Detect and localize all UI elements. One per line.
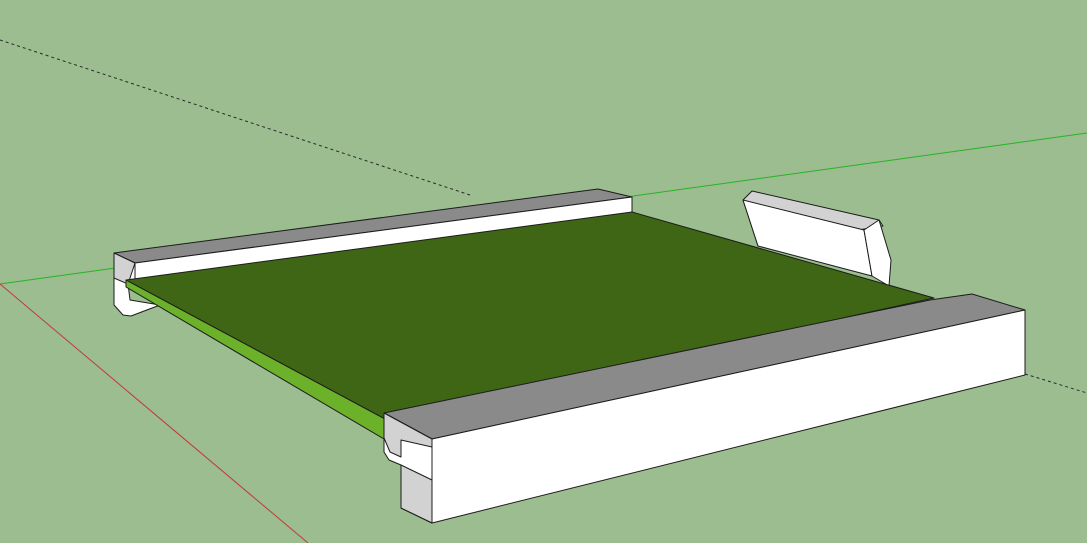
model-canvas[interactable]	[0, 0, 1087, 543]
3d-viewport[interactable]	[0, 0, 1087, 543]
